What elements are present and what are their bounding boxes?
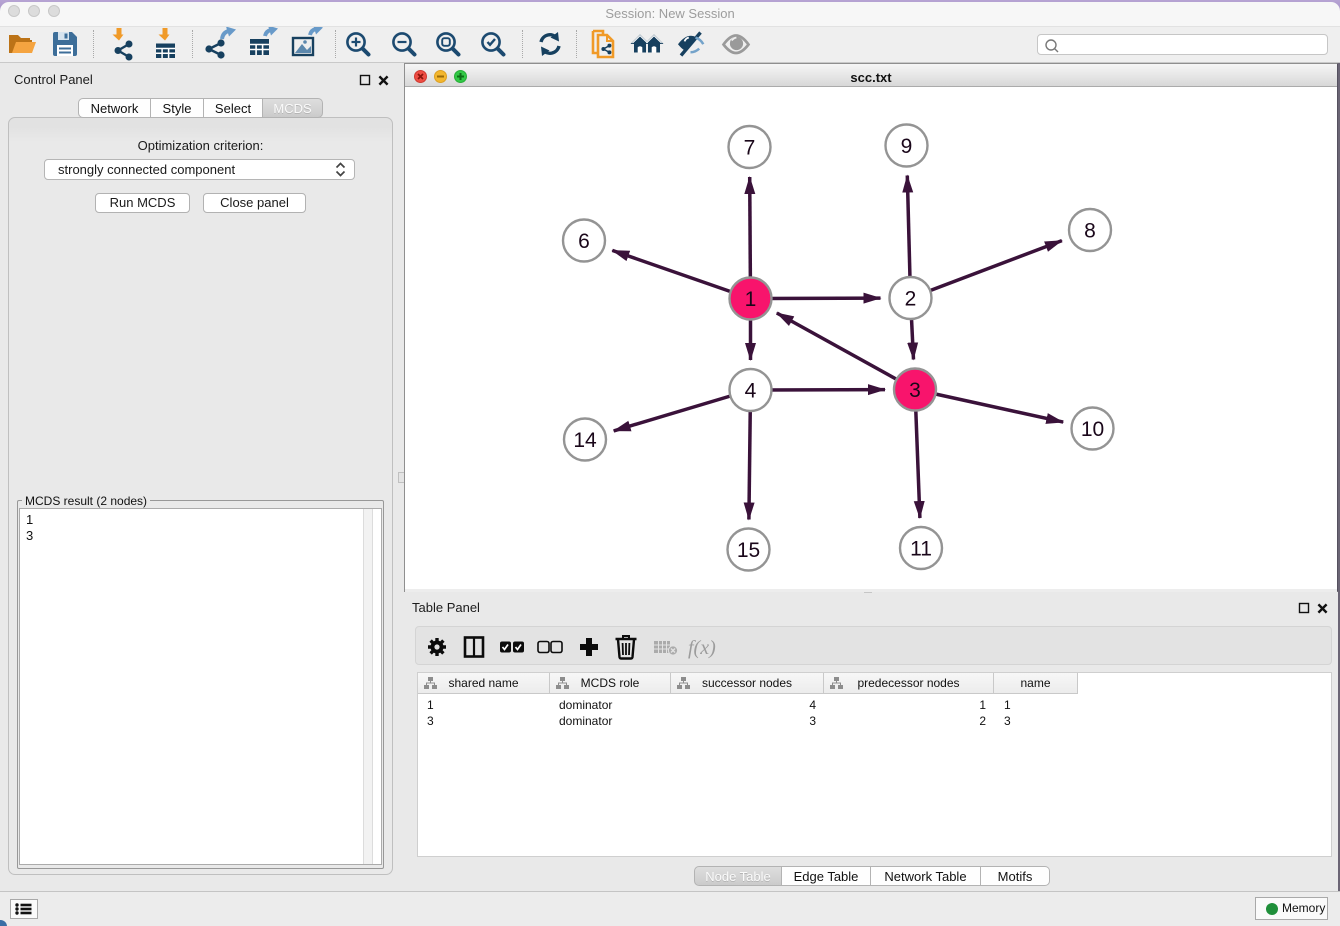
svg-text:4: 4 — [745, 380, 757, 403]
svg-text:14: 14 — [573, 429, 597, 452]
svg-text:7: 7 — [744, 137, 756, 160]
svg-text:9: 9 — [901, 135, 913, 158]
svg-text:8: 8 — [1084, 220, 1096, 243]
svg-text:1: 1 — [745, 288, 757, 311]
svg-text:6: 6 — [578, 230, 590, 253]
svg-text:3: 3 — [909, 379, 921, 402]
svg-text:11: 11 — [910, 538, 932, 561]
svg-text:f(x): f(x) — [688, 637, 716, 659]
svg-text:15: 15 — [737, 539, 760, 562]
svg-text:2: 2 — [905, 288, 917, 311]
svg-text:10: 10 — [1081, 418, 1104, 441]
